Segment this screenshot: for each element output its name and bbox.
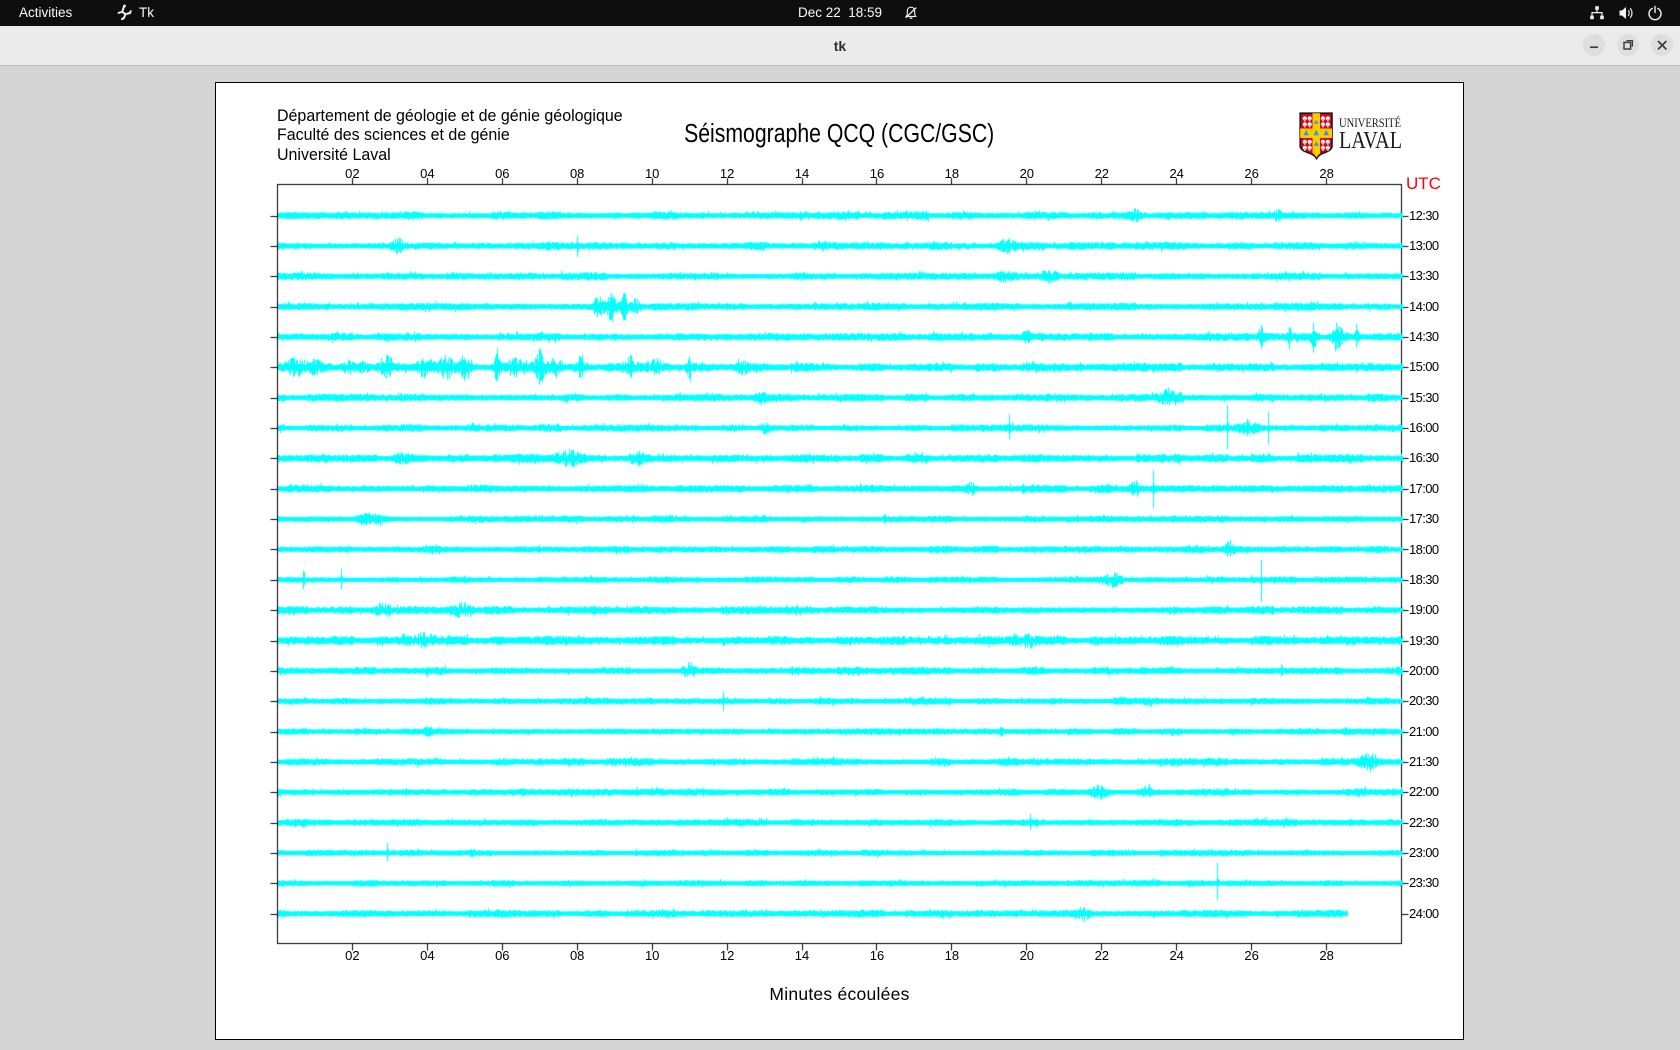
svg-text:LAVAL: LAVAL [1339,128,1402,154]
